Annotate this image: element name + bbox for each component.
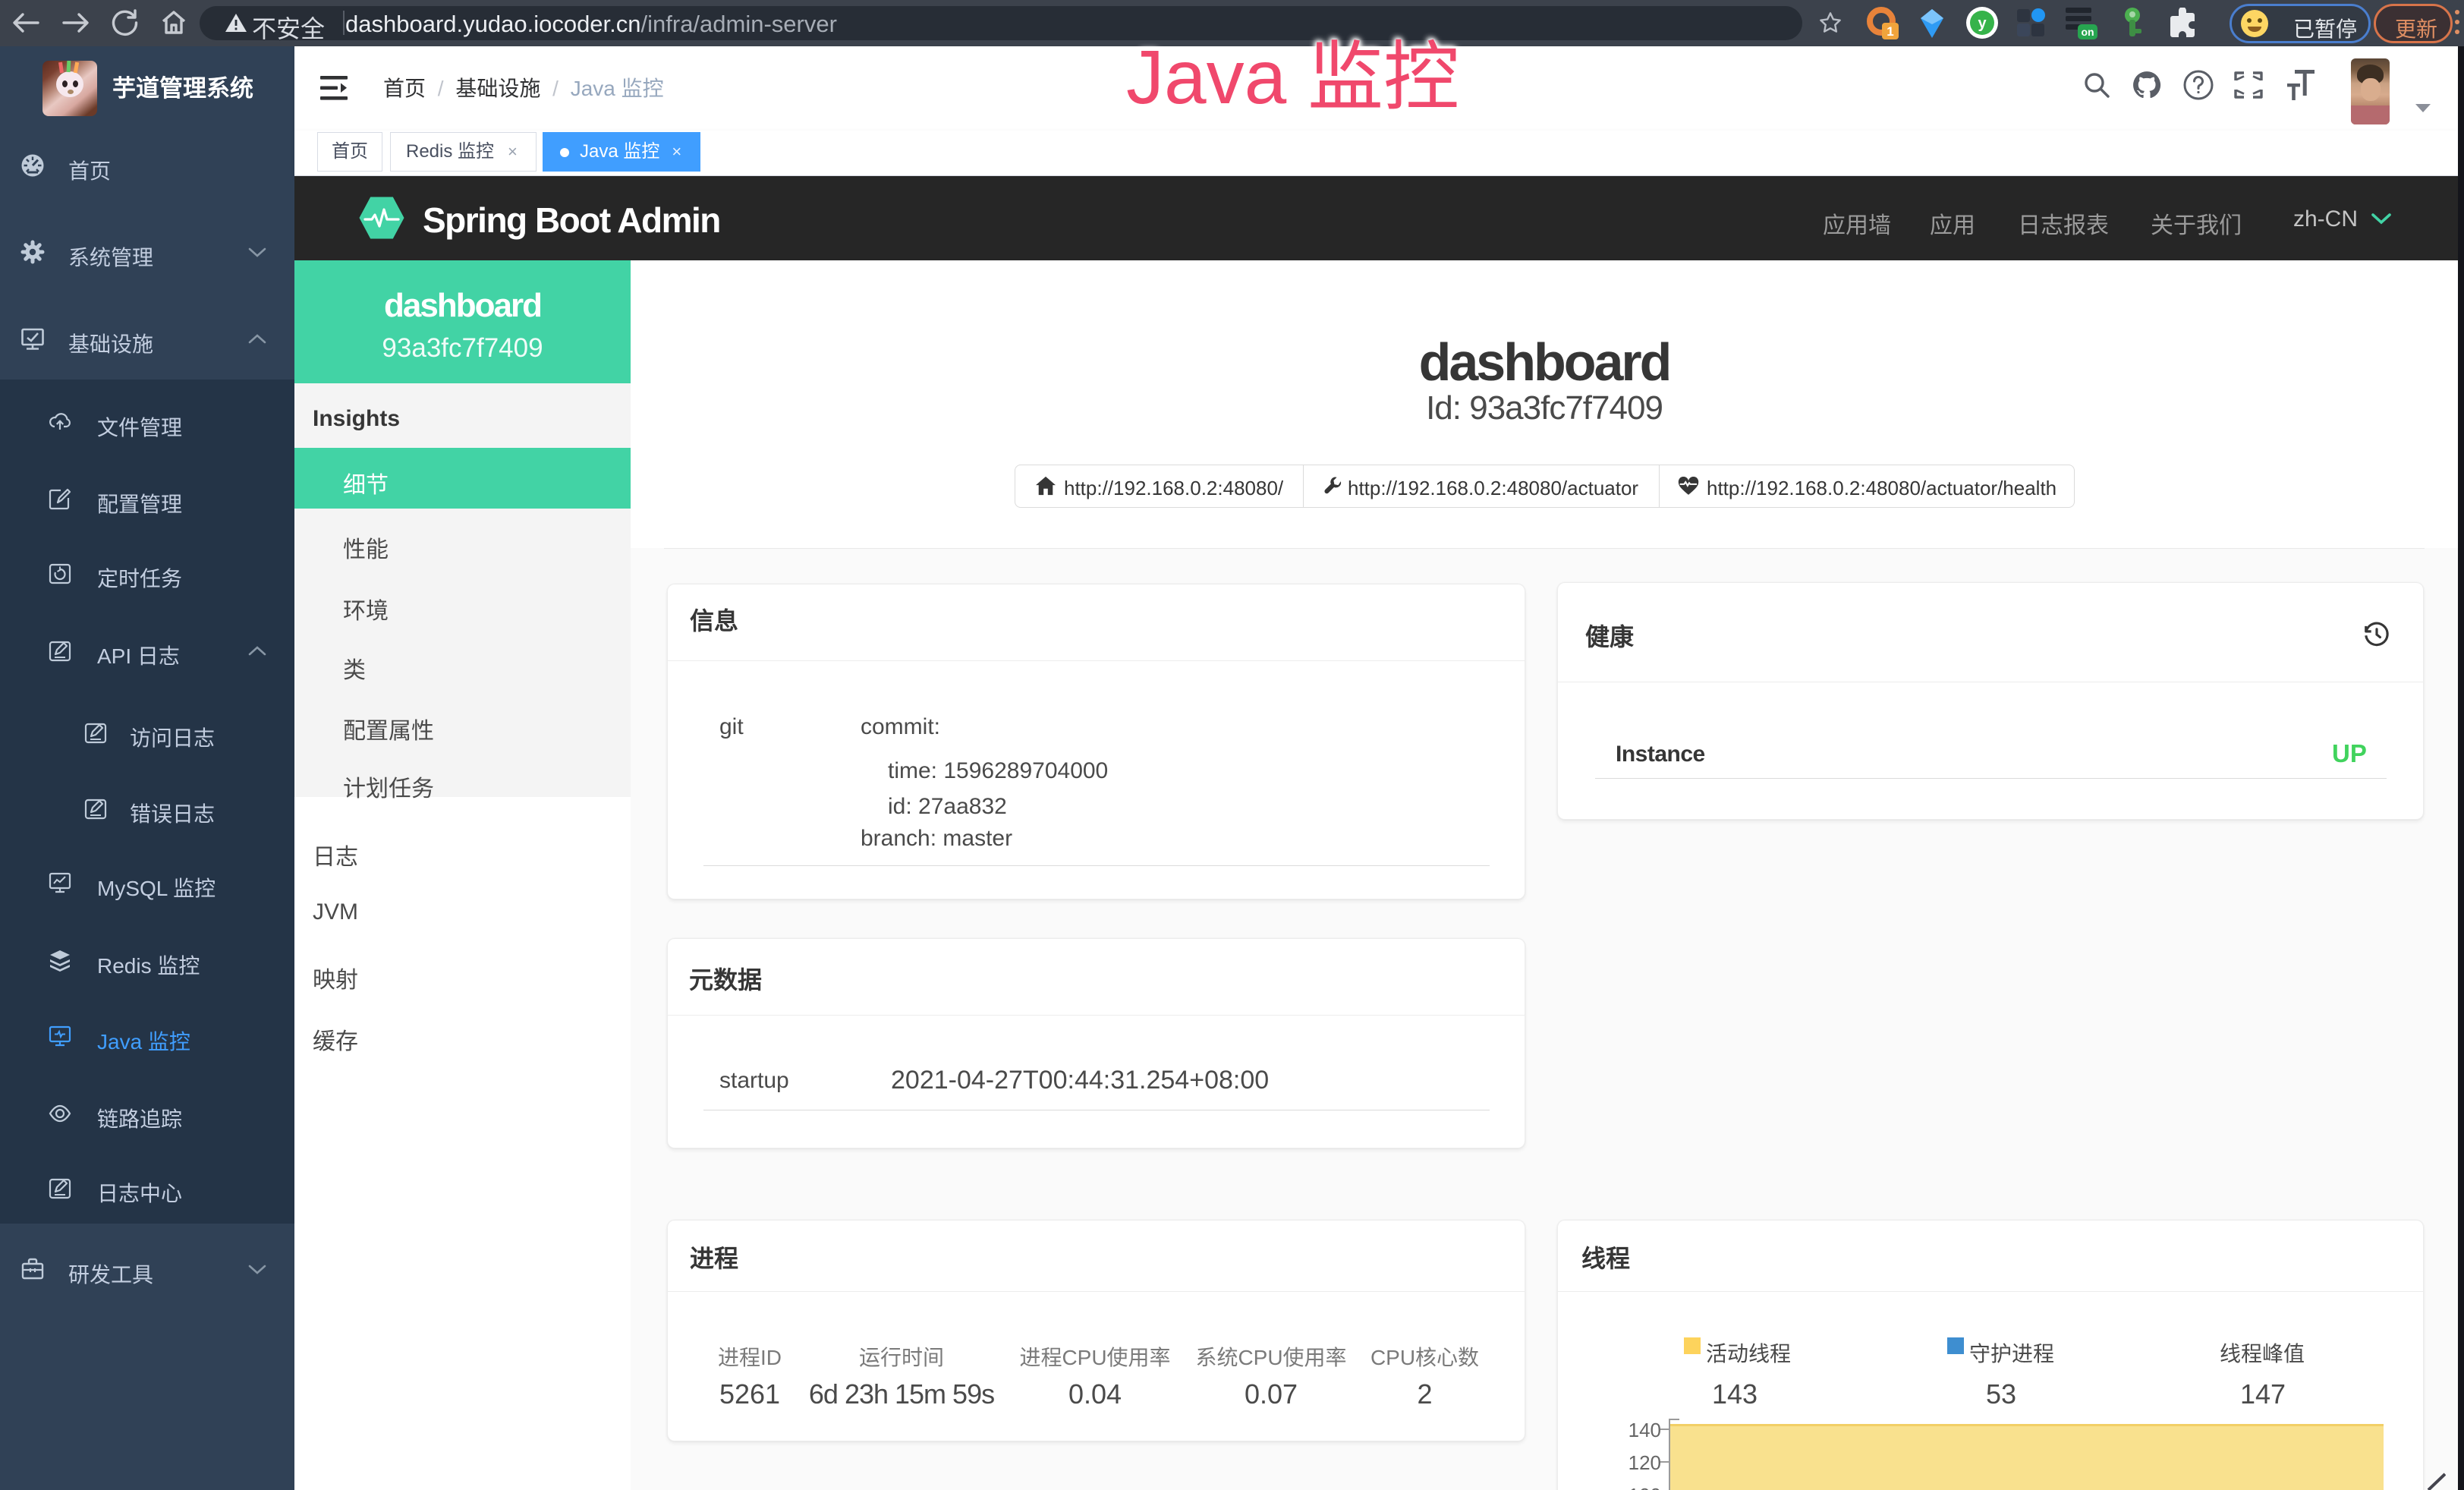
svg-text:1: 1 — [1887, 24, 1893, 39]
svg-text:y: y — [1978, 15, 1987, 32]
svg-text:on: on — [2081, 26, 2094, 38]
